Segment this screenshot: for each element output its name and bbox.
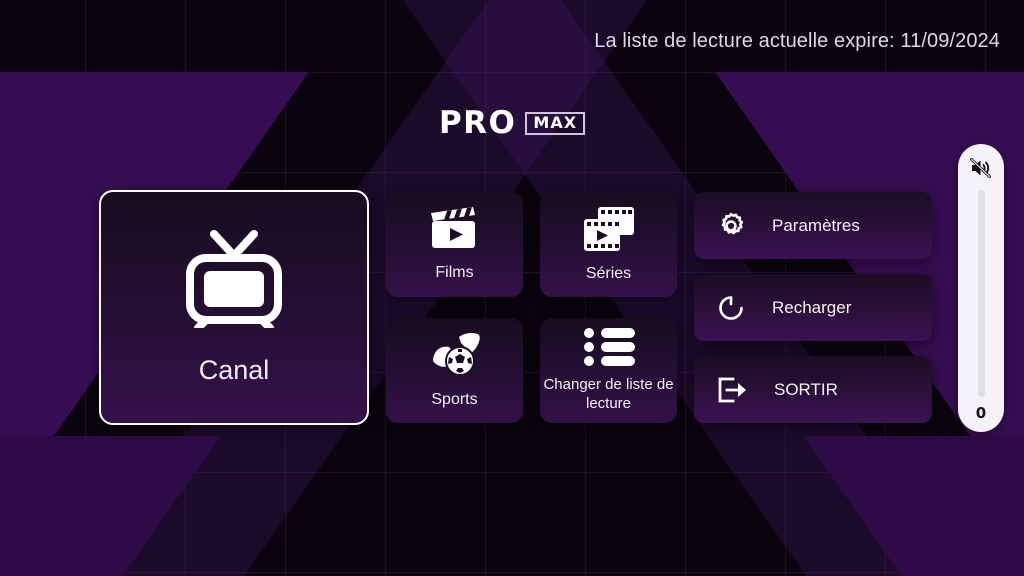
gear-icon [716, 211, 746, 241]
reload-button-label: Recharger [772, 297, 852, 317]
reload-button[interactable]: Recharger [694, 274, 932, 341]
soccer-ball-icon [427, 331, 483, 379]
volume-panel[interactable]: 0 [958, 144, 1004, 432]
app-root: La liste de lecture actuelle expire: 11/… [0, 0, 1024, 576]
exit-icon [716, 375, 748, 405]
app-logo: PRO MAX [0, 108, 1024, 139]
tile-canal[interactable]: Canal [99, 190, 369, 425]
tile-sports-label: Sports [431, 391, 478, 408]
tv-icon [178, 228, 290, 328]
settings-button-label: Paramètres [772, 215, 860, 235]
tile-films[interactable]: Films [386, 192, 523, 297]
logo-badge-max: MAX [525, 112, 586, 135]
speaker-muted-icon[interactable] [969, 156, 993, 180]
list-icon [583, 327, 635, 367]
exit-button-label: SORTIR [774, 379, 838, 399]
playlist-expiry-text: La liste de lecture actuelle expire: 11/… [594, 30, 1000, 52]
volume-slider-track[interactable] [977, 190, 985, 397]
tile-canal-label: Canal [198, 354, 270, 385]
tile-films-label: Films [435, 264, 474, 281]
refresh-icon [716, 293, 746, 323]
tile-change-playlist[interactable]: Changer de liste de lecture [540, 318, 677, 423]
tile-series-label: Séries [585, 265, 632, 282]
exit-button[interactable]: SORTIR [694, 356, 932, 423]
volume-value: 0 [975, 404, 987, 422]
tile-sports[interactable]: Sports [386, 318, 523, 423]
logo-primary-text: PRO [438, 105, 517, 141]
clapperboard-icon [429, 206, 481, 252]
settings-button[interactable]: Paramètres [694, 192, 932, 259]
tile-series[interactable]: Séries [540, 192, 677, 297]
film-strips-icon [582, 205, 636, 253]
tile-change-playlist-label: Changer de liste de lecture [543, 376, 674, 412]
